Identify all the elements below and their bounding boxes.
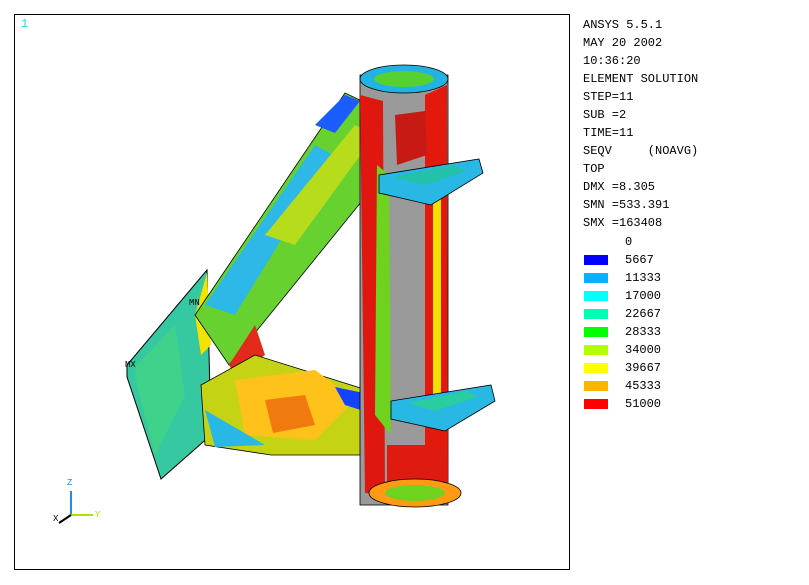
max-stress: SMX =163408	[583, 216, 663, 230]
legend-value: 28333	[625, 325, 662, 339]
min-marker: MN	[189, 298, 200, 308]
max-marker: MX	[125, 360, 136, 370]
max-displacement: DMX =8.305	[583, 180, 656, 194]
legend-swatch	[583, 308, 609, 320]
step-value: STEP=11	[583, 90, 634, 104]
legend-swatch	[583, 290, 609, 302]
legend-value: 39667	[625, 361, 662, 375]
legend-swatch	[583, 398, 609, 410]
legend-value: 17000	[625, 289, 662, 303]
min-stress: SMN =533.391	[583, 198, 670, 212]
legend-value: 11333	[625, 271, 662, 285]
plot-info-panel: ANSYS 5.5.1 MAY 20 2002 10:36:20 ELEMENT…	[583, 16, 698, 232]
legend-value: 34000	[625, 343, 662, 357]
coordinate-triad: Z Y X	[53, 478, 101, 524]
plot-time: 10:36:20	[583, 54, 641, 68]
shell-layer: TOP	[583, 162, 605, 176]
legend-swatch	[583, 344, 609, 356]
triad-x-label: X	[53, 514, 59, 524]
legend-value: 5667	[625, 253, 654, 267]
legend-swatch	[583, 254, 609, 266]
legend-swatch	[583, 362, 609, 374]
result-item: SEQV (NOAVG)	[583, 144, 699, 158]
legend-swatch	[583, 380, 609, 392]
legend-value: 51000	[625, 397, 662, 411]
solution-type: ELEMENT SOLUTION	[583, 72, 699, 86]
substep-value: SUB =2	[583, 108, 627, 122]
legend-swatch	[583, 272, 609, 284]
graphics-viewport[interactable]: 1 MN MX Z Y X	[14, 14, 570, 570]
legend-swatch	[583, 326, 609, 338]
stress-contour-model: MN MX Z Y X	[53, 64, 496, 524]
triad-z-label: Z	[67, 478, 73, 488]
legend-value: 45333	[625, 379, 662, 393]
legend-value: 22667	[625, 307, 662, 321]
time-value: TIME=11	[583, 126, 634, 140]
plot-date: MAY 20 2002	[583, 36, 663, 50]
legend-value: 0	[625, 235, 633, 249]
triad-y-label: Y	[95, 510, 101, 520]
program-version: ANSYS 5.5.1	[583, 18, 663, 32]
